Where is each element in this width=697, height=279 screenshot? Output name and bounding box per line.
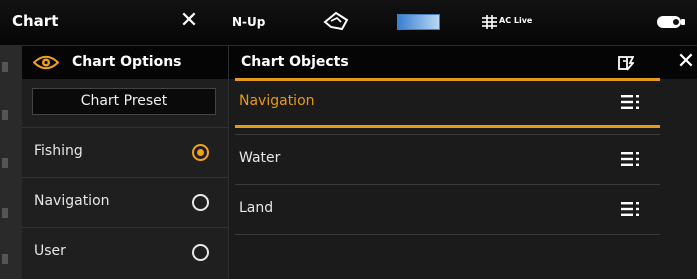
chart-object-land[interactable]: Land bbox=[235, 184, 660, 234]
preset-option-user[interactable]: User bbox=[22, 227, 228, 277]
preset-option-label: User bbox=[34, 243, 66, 259]
preset-option-label: Fishing bbox=[34, 143, 83, 159]
orientation-label[interactable]: N-Up bbox=[232, 15, 265, 29]
menu-icon[interactable] bbox=[621, 202, 639, 216]
chart-mark bbox=[2, 254, 8, 264]
chart-objects-header: Chart Objects ✕ bbox=[229, 46, 697, 79]
chart-mark bbox=[2, 62, 8, 72]
chart-object-empty-row bbox=[235, 234, 660, 279]
chart-mark bbox=[2, 110, 8, 120]
close-panel-button[interactable]: ✕ bbox=[675, 49, 697, 75]
chart-object-navigation[interactable]: Navigation bbox=[235, 78, 660, 128]
eye-icon bbox=[33, 55, 59, 70]
chart-object-label: Navigation bbox=[239, 93, 315, 109]
radio-unselected-icon[interactable] bbox=[192, 194, 209, 211]
app-title: Chart bbox=[12, 12, 59, 30]
preset-option-label: Navigation bbox=[34, 193, 110, 209]
radio-unselected-icon[interactable] bbox=[192, 244, 209, 261]
chart-options-title: Chart Options bbox=[72, 54, 182, 70]
status-bar: Chart ✕ N-Up AC Live bbox=[0, 0, 697, 46]
menu-icon[interactable] bbox=[621, 152, 639, 166]
chart-options-header: Chart Options bbox=[22, 46, 228, 79]
battery-icon bbox=[657, 16, 685, 28]
close-chart-button[interactable]: ✕ bbox=[178, 8, 200, 34]
chart-objects-panel: Chart Objects ✕ Navigation Water Land bbox=[228, 46, 697, 279]
radio-selected-icon[interactable] bbox=[192, 144, 209, 161]
chart-options-panel: Chart Options Chart Preset Fishing Navig… bbox=[22, 46, 228, 279]
chart-background bbox=[0, 46, 22, 279]
export-icon[interactable] bbox=[618, 55, 634, 71]
chart-mark bbox=[2, 208, 8, 218]
chart-mark bbox=[2, 158, 8, 168]
chart-object-water[interactable]: Water bbox=[235, 134, 660, 184]
boat-icon bbox=[323, 11, 349, 31]
chart-object-label: Water bbox=[239, 150, 281, 166]
preset-option-fishing[interactable]: Fishing bbox=[22, 127, 228, 177]
autochart-live-label: AC Live bbox=[499, 16, 533, 25]
menu-icon[interactable] bbox=[621, 95, 639, 109]
chart-object-label: Land bbox=[239, 200, 274, 216]
chart-preset-button[interactable]: Chart Preset bbox=[32, 88, 216, 115]
chart-objects-title: Chart Objects bbox=[241, 54, 349, 70]
preset-option-navigation[interactable]: Navigation bbox=[22, 177, 228, 227]
gain-gradient-bar bbox=[397, 14, 440, 30]
